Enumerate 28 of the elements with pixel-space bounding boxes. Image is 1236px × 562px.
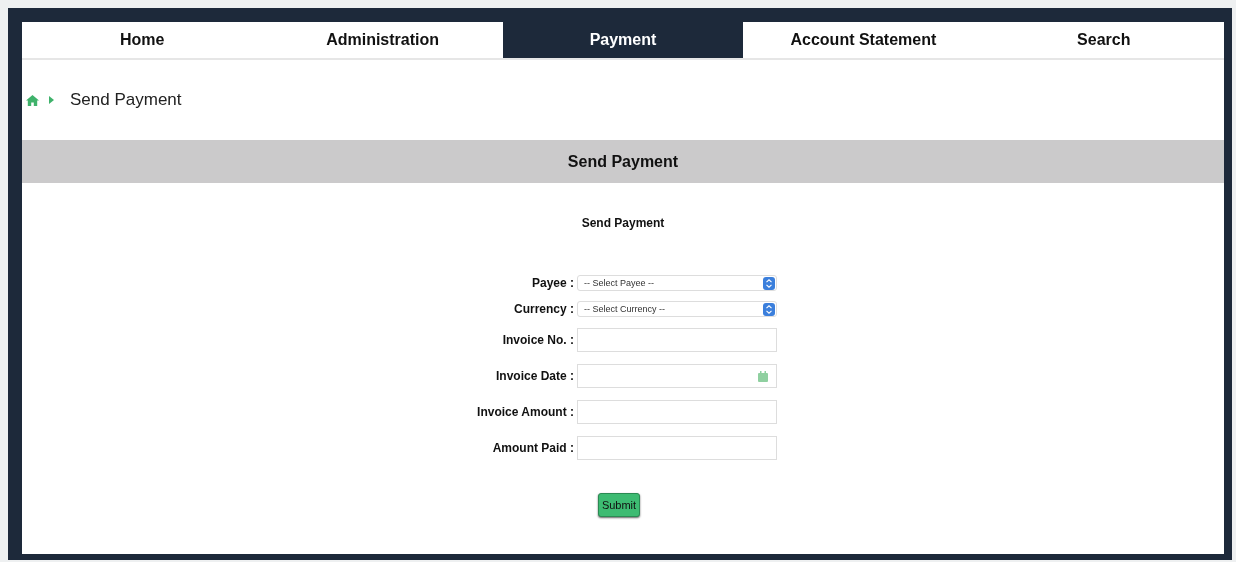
input-field[interactable] [577,400,777,424]
field-label: Invoice Date : [494,369,574,383]
nav-tab[interactable]: Account Statement [743,22,984,58]
input-field[interactable] [577,436,777,460]
select-value: -- Select Currency -- [584,304,665,314]
chevron-icon [49,96,54,104]
panel-header: Send Payment [22,140,1224,183]
breadcrumb-item: Send Payment [70,90,182,110]
stepper-icon [763,276,775,290]
nav-tab[interactable]: Search [983,22,1224,58]
select-field[interactable]: -- Select Payee -- [577,275,777,291]
nav-tab[interactable]: Administration [262,22,503,58]
select-field[interactable]: -- Select Currency -- [577,301,777,317]
stepper-icon [763,302,775,316]
nav-tab[interactable]: Home [22,22,263,58]
home-icon[interactable] [26,94,39,106]
calendar-icon[interactable] [758,370,768,382]
input-field[interactable] [577,328,777,352]
field-label: Invoice No. : [501,333,574,347]
field-label: Invoice Amount : [476,405,574,419]
field-label: Amount Paid : [491,441,574,455]
form-title: Send Payment [580,216,666,230]
submit-button[interactable]: Submit [597,493,641,517]
field-label: Currency : [512,302,574,316]
field-label: Payee : [530,276,574,290]
nav-tab[interactable]: Payment [502,22,744,58]
select-value: -- Select Payee -- [584,278,655,288]
date-field[interactable] [577,364,777,388]
